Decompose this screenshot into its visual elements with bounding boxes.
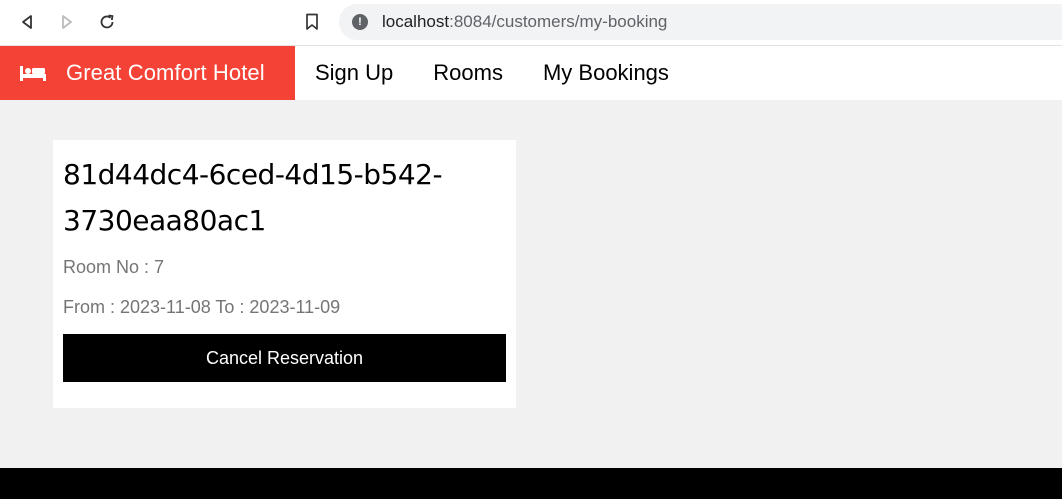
bed-icon — [19, 63, 49, 83]
back-icon — [22, 15, 32, 29]
forward-button[interactable] — [55, 10, 79, 34]
nav-link-rooms[interactable]: Rooms — [413, 46, 523, 100]
page-footer — [0, 468, 1062, 499]
bookmark-button[interactable] — [300, 10, 324, 34]
bookmark-icon — [306, 13, 318, 30]
booking-card: 81d44dc4-6ced-4d15-b542- 3730eaa80ac1 Ro… — [53, 140, 516, 408]
reload-button[interactable] — [95, 10, 119, 34]
cancel-reservation-button[interactable]: Cancel Reservation — [63, 334, 506, 382]
nav-link-my-bookings[interactable]: My Bookings — [523, 46, 689, 100]
url-host: localhost — [382, 12, 450, 31]
url-path: :8084/customers/my-booking — [449, 12, 668, 31]
brand-link[interactable]: Great Comfort Hotel — [0, 46, 295, 100]
booking-id: 81d44dc4-6ced-4d15-b542- 3730eaa80ac1 — [63, 152, 463, 244]
room-number: Room No : 7 — [63, 257, 165, 277]
booking-dates: From : 2023-11-08 To : 2023-11-09 — [63, 297, 341, 317]
url-text: localhost:8084/customers/my-booking — [382, 12, 667, 32]
back-button[interactable] — [15, 10, 39, 34]
nav-link-sign-up[interactable]: Sign Up — [295, 46, 413, 100]
booking-id-line-2: 3730eaa80ac1 — [63, 204, 266, 237]
reload-icon — [100, 14, 114, 29]
address-bar[interactable]: ! localhost:8084/customers/my-booking — [339, 4, 1062, 40]
app-navbar: Great Comfort Hotel Sign Up Rooms My Boo… — [0, 46, 1062, 100]
site-info-icon[interactable]: ! — [352, 14, 368, 30]
booking-id-line-1: 81d44dc4-6ced-4d15-b542- — [63, 158, 443, 191]
forward-icon — [62, 15, 72, 29]
brand-name: Great Comfort Hotel — [66, 60, 265, 85]
browser-toolbar: ! localhost:8084/customers/my-booking — [0, 0, 1062, 46]
